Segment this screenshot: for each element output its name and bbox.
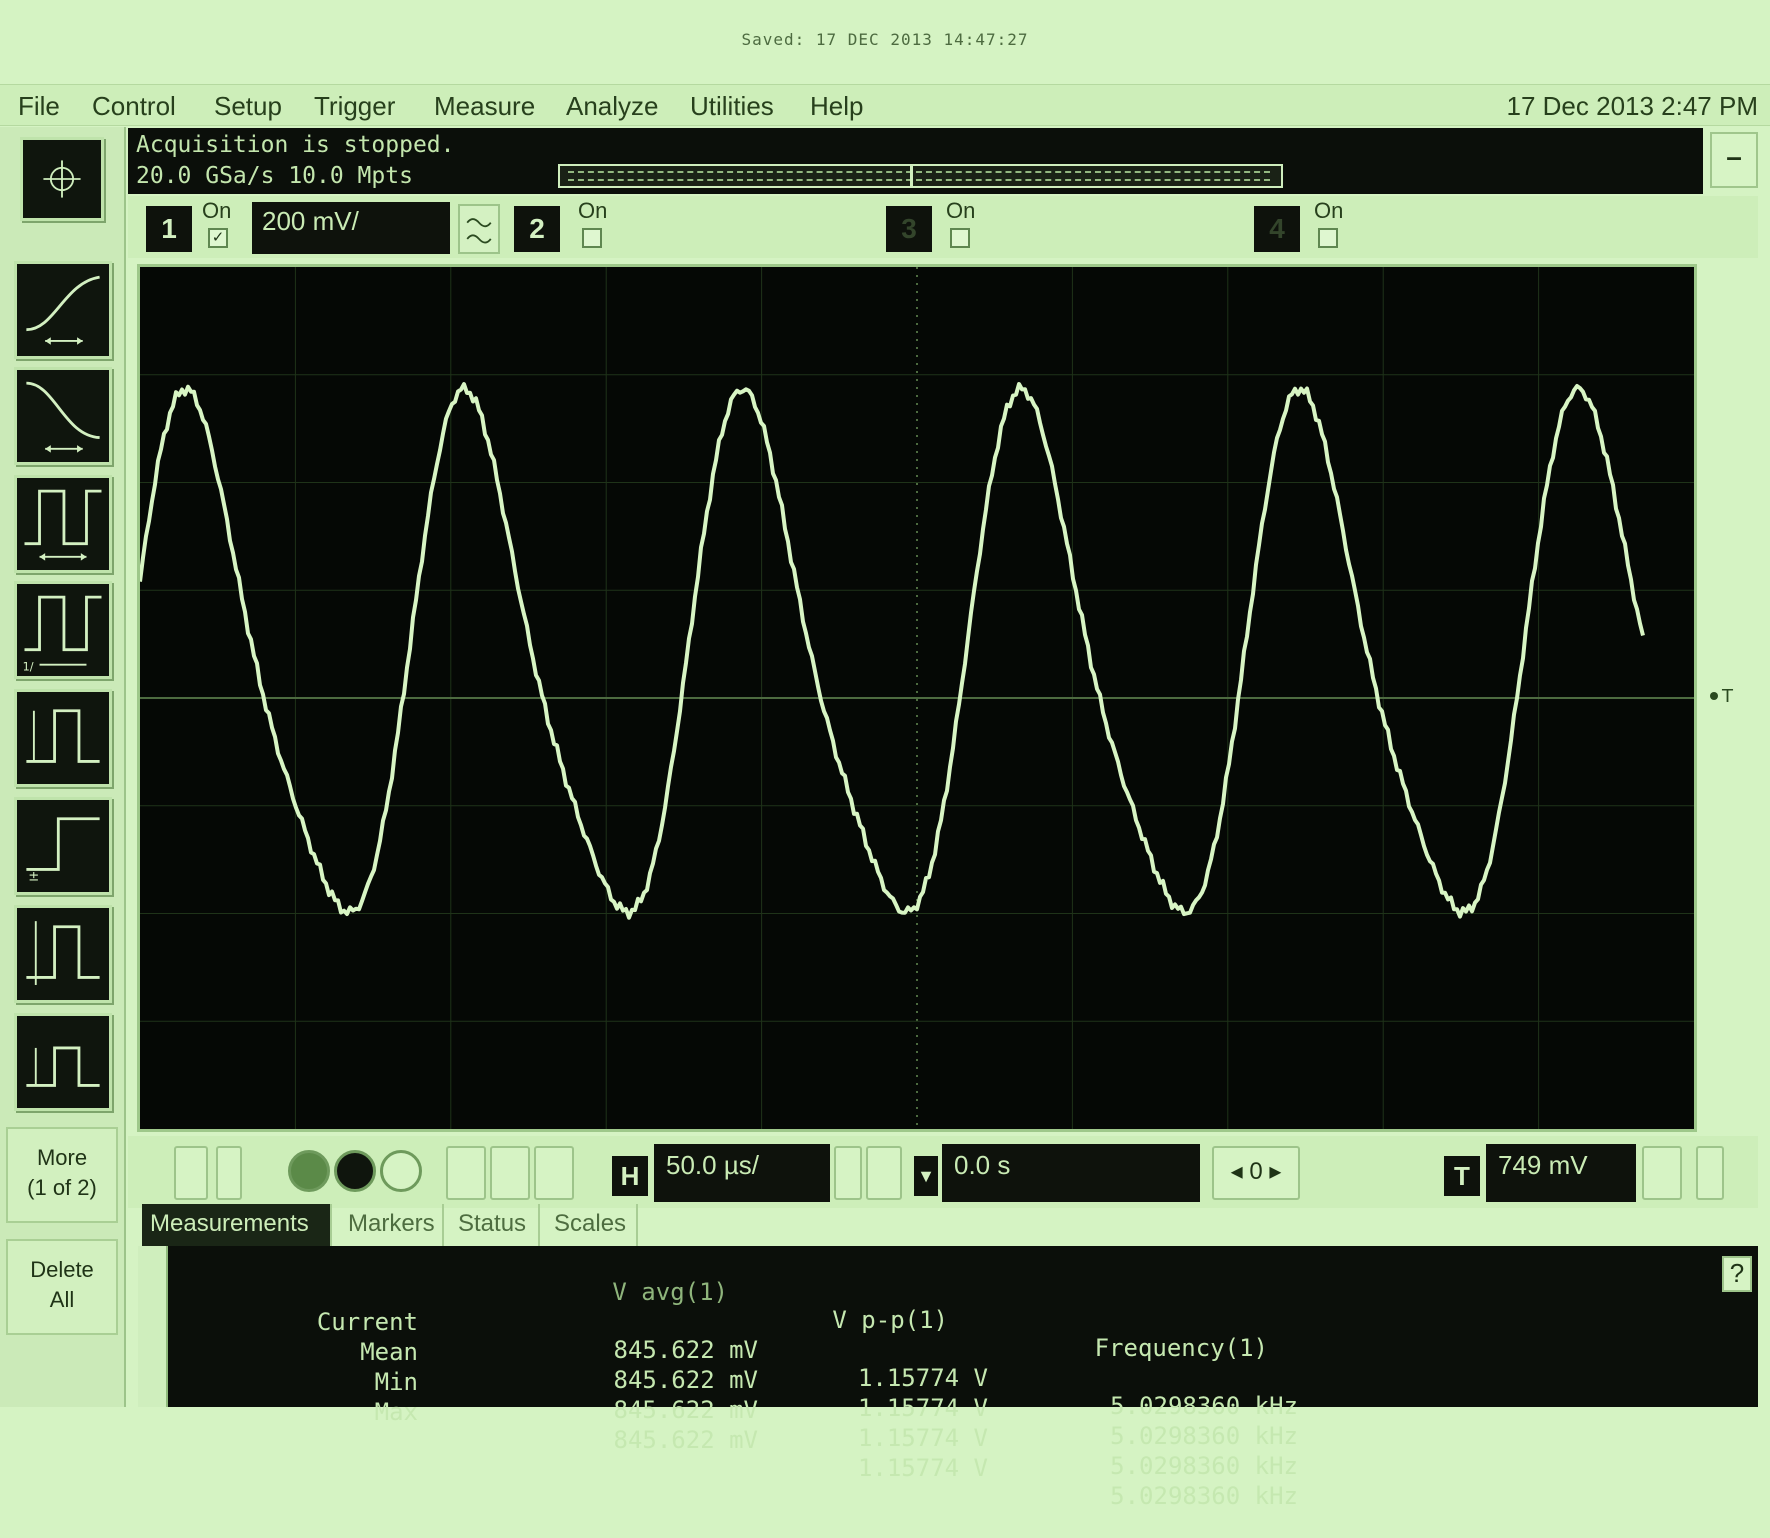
default-setup-icon[interactable] (490, 1146, 530, 1200)
channel-3-badge[interactable]: 3 (886, 206, 932, 252)
table-row: Mean 845.622 mV 1.15774 V 5.0298360 kHz (138, 1310, 1738, 1450)
measurement-tool-panel: 1/ ± More (1 of 2) Delete All (0, 127, 126, 1407)
svg-text:T: T (1721, 686, 1734, 707)
reference-stepper[interactable]: ◂ 0 ▸ (1212, 1146, 1300, 1200)
channel-1-on-label: On (202, 198, 232, 223)
amplitude-icon[interactable] (14, 1013, 112, 1111)
control-bar: H 50.0 µs/ ▼ 0.0 s ◂ 0 ▸ T 749 mV (128, 1136, 1758, 1208)
cell-frequency: 5.0298360 kHz (1110, 1452, 1298, 1480)
bottom-tabs: Measurements Markers Status Scales (142, 1204, 1642, 1246)
channel-4-badge[interactable]: 4 (1254, 206, 1300, 252)
channel-2-badge[interactable]: 2 (514, 206, 560, 252)
row-label: Max (374, 1398, 418, 1426)
measurements-table: V avg(1) V p-p(1) Frequency(1) Current 8… (138, 1246, 1758, 1510)
channel-bar: 1 On ✓ 200 mV/ 2 On 3 On 4 On (128, 196, 1758, 258)
menu-trigger[interactable]: Trigger (314, 91, 395, 122)
trigger-level[interactable]: 749 mV (1486, 1144, 1636, 1202)
menu-bar: File Control Setup Trigger Measure Analy… (0, 84, 1770, 126)
waveform-graticule (140, 267, 1694, 1129)
trigger-badge: T (1444, 1156, 1480, 1196)
marker-icon[interactable] (20, 137, 104, 221)
left-arrow-icon[interactable]: ◂ (1231, 1158, 1250, 1185)
fall-time-icon[interactable] (14, 367, 112, 465)
horizontal-position[interactable]: 0.0 s (942, 1144, 1200, 1202)
negative-width-icon[interactable]: ± (14, 797, 112, 895)
help-button[interactable]: ? (1722, 1256, 1752, 1292)
saved-banner: Saved: 17 DEC 2013 14:47:27 (741, 30, 1029, 49)
display-icon[interactable] (534, 1146, 574, 1200)
delete-all-label: All (49, 1287, 75, 1312)
table-row: Min 845.622 mV 1.15774 V 5.0298360 kHz (138, 1340, 1738, 1480)
cell-vavg: 845.622 mV (613, 1396, 759, 1424)
duty-cycle-icon[interactable] (14, 905, 112, 1003)
stop-icon[interactable] (334, 1150, 376, 1192)
menu-analyze[interactable]: Analyze (566, 91, 659, 122)
cell-vpp: 1.15774 V (857, 1454, 988, 1482)
menu-control[interactable]: Control (92, 91, 176, 122)
run-stop-stepper[interactable] (174, 1146, 208, 1200)
table-row: Max 845.622 mV 1.15774 V 5.0298360 kHz (138, 1370, 1738, 1510)
svg-text:1/: 1/ (23, 660, 34, 673)
cell-vpp: 1.15774 V (857, 1424, 988, 1452)
channel-4-on-label: On (1314, 198, 1344, 223)
acquisition-status-bar: Acquisition is stopped. 20.0 GSa/s 10.0 … (128, 128, 1703, 194)
datetime: 17 Dec 2013 2:47 PM (1506, 91, 1759, 121)
cell-frequency: 5.0298360 kHz (1110, 1482, 1298, 1510)
waveform-display[interactable] (137, 264, 1697, 1132)
horizontal-scale[interactable]: 50.0 µs/ (654, 1144, 830, 1202)
more-button[interactable]: More (1 of 2) (6, 1127, 118, 1223)
horizontal-mode-icon[interactable] (866, 1146, 902, 1200)
cell-frequency: 5.0298360 kHz (1110, 1422, 1298, 1450)
frequency-icon[interactable]: 1/ (14, 581, 112, 679)
menu-help[interactable]: Help (810, 91, 863, 122)
run-icon[interactable] (288, 1150, 330, 1192)
horizontal-badge: H (612, 1156, 648, 1196)
channel-1-checkbox[interactable]: ✓ (208, 228, 228, 248)
channel-1-trace (140, 382, 1645, 920)
menu-setup[interactable]: Setup (214, 91, 282, 122)
memory-overview-bar[interactable] (558, 164, 1283, 188)
period-icon[interactable] (14, 475, 112, 573)
trigger-slope-icon[interactable] (1696, 1146, 1724, 1200)
tab-status[interactable]: Status (450, 1204, 540, 1246)
channel-2-checkbox[interactable] (582, 228, 602, 248)
delete-all-button[interactable]: Delete All (6, 1239, 118, 1335)
delete-label: Delete (30, 1257, 94, 1282)
right-arrow-icon[interactable]: ▸ (1263, 1158, 1281, 1185)
table-header: V avg(1) V p-p(1) Frequency(1) (138, 1250, 1738, 1362)
channel-2-on-label: On (578, 198, 608, 223)
rise-time-icon[interactable] (14, 261, 112, 359)
delay-marker-icon: ▼ (914, 1156, 938, 1196)
channel-4-checkbox[interactable] (1318, 228, 1338, 248)
trigger-level-marker: T (1710, 686, 1734, 707)
horizontal-scale-stepper[interactable] (834, 1146, 862, 1200)
tab-measurements[interactable]: Measurements (142, 1204, 332, 1246)
tab-markers[interactable]: Markers (340, 1204, 444, 1246)
positive-width-icon[interactable] (14, 689, 112, 787)
more-label: More (36, 1145, 88, 1170)
trigger-level-stepper[interactable] (1642, 1146, 1682, 1200)
acquisition-status: Acquisition is stopped. (136, 132, 455, 158)
menu-measure[interactable]: Measure (434, 91, 535, 122)
channel-1-scale[interactable]: 200 mV/ (252, 202, 450, 254)
minimize-button[interactable]: – (1710, 132, 1758, 188)
svg-text:±: ± (28, 870, 39, 885)
menu-file[interactable]: File (18, 91, 60, 122)
channel-1-scale-stepper[interactable] (458, 204, 500, 254)
channel-3-checkbox[interactable] (950, 228, 970, 248)
channel-3-on-label: On (946, 198, 976, 223)
menu-utilities[interactable]: Utilities (690, 91, 774, 122)
autoscale-icon[interactable] (446, 1146, 486, 1200)
cell-vavg: 845.622 mV (613, 1426, 759, 1454)
channel-1-badge[interactable]: 1 (146, 206, 192, 252)
reference-value: 0 (1249, 1158, 1263, 1185)
single-icon[interactable] (380, 1150, 422, 1192)
more-page-label: (1 of 2) (27, 1175, 97, 1200)
tab-scales[interactable]: Scales (546, 1204, 638, 1246)
acquire-stepper[interactable] (216, 1146, 242, 1200)
table-row: Current 845.622 mV 1.15774 V 5.0298360 k… (138, 1280, 1738, 1420)
